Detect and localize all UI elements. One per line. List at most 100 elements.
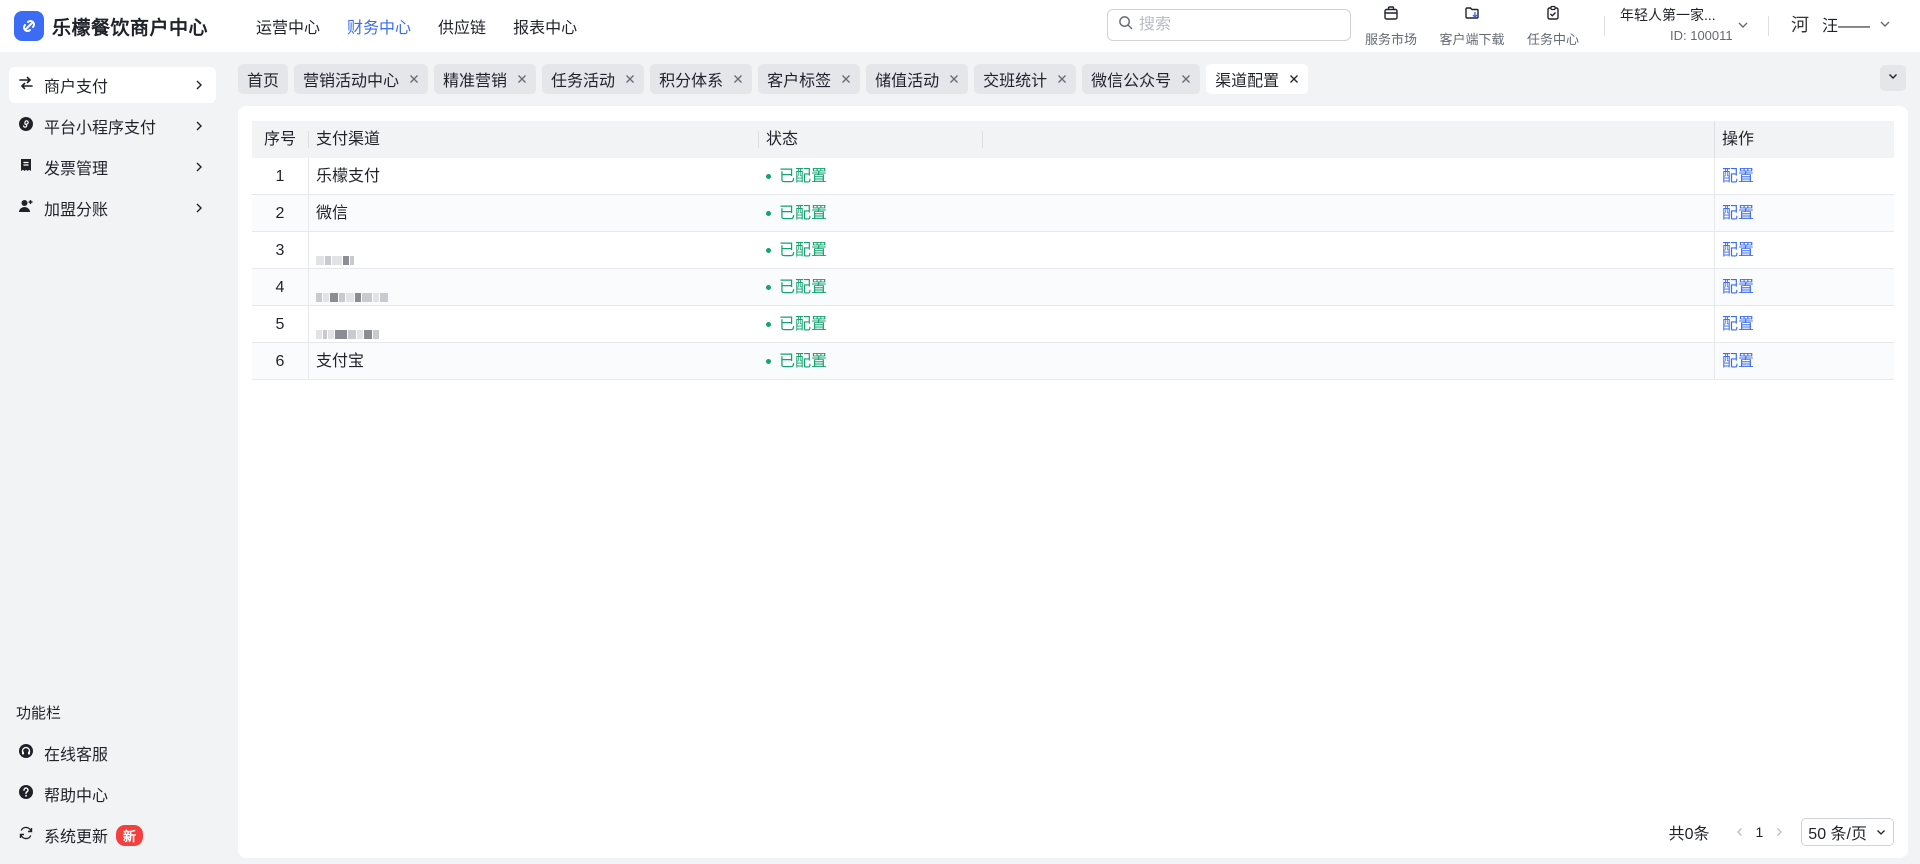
column-divider [308,306,309,343]
tab-channel-config[interactable]: 渠道配置 [1206,64,1309,94]
sidebar-item-label: 发票管理 [44,161,109,178]
close-icon[interactable] [625,74,635,84]
close-icon[interactable] [733,74,743,84]
chevron-right-icon [192,201,206,220]
chevron-left-icon[interactable] [1734,826,1746,838]
status-text: 已配置 [779,316,828,333]
tab-shift-stats[interactable]: 交班统计 [974,64,1077,94]
configure-link[interactable]: 配置 [1722,306,1754,343]
table-row: 5 已配置 配置 [252,306,1894,343]
tab-precision-marketing[interactable]: 精准营销 [434,64,537,94]
avatar: 河 [1791,15,1809,36]
configure-link[interactable]: 配置 [1722,158,1754,195]
sidebar-item-system-update[interactable]: 系统更新 新 [9,817,216,853]
chevron-down-icon [1878,17,1892,31]
tab-marketing-center[interactable]: 营销活动中心 [294,64,429,94]
column-divider [308,131,309,148]
row-index: 5 [275,316,285,333]
sidebar-item-franchise-split[interactable]: 加盟分账 [9,190,216,226]
chevron-right-icon [192,160,206,179]
task-center-label: 任务中心 [1526,32,1579,47]
chevron-down-icon [1875,826,1887,838]
store-name: 年轻人第一家... [1620,7,1716,23]
redacted-text [316,279,389,303]
close-icon[interactable] [1057,74,1067,84]
tab-points-system[interactable]: 积分体系 [650,64,753,94]
tab-task-activity[interactable]: 任务活动 [542,64,645,94]
task-center-button[interactable]: 任务中心 [1518,5,1588,48]
chevron-right-icon [192,119,206,138]
tab-home[interactable]: 首页 [238,64,289,94]
channel-name-redacted [316,269,389,306]
chevron-down-icon[interactable] [1736,18,1750,37]
status-badge: 已配置 [766,306,827,343]
configure-link[interactable]: 配置 [1722,195,1754,232]
pagination-page[interactable]: 1 [1756,824,1764,840]
top-nav-supply-chain[interactable]: 供应链 [438,14,486,38]
page-size-select[interactable]: 50 条/页 [1801,818,1894,846]
status-text: 已配置 [779,205,828,222]
sidebar-item-merchant-payment[interactable]: 商户支付 [9,67,216,103]
status-text: 已配置 [779,279,828,296]
service-market-button[interactable]: 服务市场 [1356,5,1426,48]
sidebar-item-online-service[interactable]: 在线客服 [9,735,216,771]
status-badge: 已配置 [766,343,827,380]
channel-name: 微信 [316,205,349,222]
close-icon[interactable] [1289,74,1299,84]
close-icon[interactable] [841,74,851,84]
help-icon [18,784,34,805]
status-text: 已配置 [779,242,828,259]
user-add-icon [18,198,34,219]
channel-name: 乐檬支付 [316,168,381,185]
close-icon[interactable] [517,74,527,84]
status-dot [766,322,771,327]
close-icon[interactable] [1181,74,1191,84]
search-box[interactable] [1107,9,1351,41]
close-icon[interactable] [949,74,959,84]
tab-label: 营销活动中心 [303,73,400,90]
sidebar-item-label: 平台小程序支付 [44,120,157,137]
top-nav-finance[interactable]: 财务中心 [347,14,411,38]
sidebar-item-mini-program-payment[interactable]: 平台小程序支付 [9,108,216,144]
chevron-right-icon [192,78,206,97]
status-text: 已配置 [779,168,828,185]
column-divider [758,131,759,148]
clipboard-check-icon [1545,5,1561,26]
sidebar-item-label: 系统更新 [44,829,109,846]
bag-icon [1383,5,1399,26]
status-text: 已配置 [779,353,828,370]
chevron-right-icon[interactable] [1773,826,1785,838]
table-row: 6 支付宝 已配置 配置 [252,343,1894,380]
tabs-more-button[interactable] [1880,65,1906,91]
configure-link[interactable]: 配置 [1722,232,1754,269]
header-channel: 支付渠道 [316,131,381,148]
store-switcher[interactable]: 年轻人第一家... ID: 100011 [1620,5,1750,43]
column-divider [308,343,309,380]
user-menu[interactable]: 河 汪—— [1786,10,1892,38]
tab-label: 客户标签 [767,73,832,90]
invoice-icon [18,157,34,178]
close-icon[interactable] [409,74,419,84]
search-input[interactable] [1139,16,1339,34]
column-divider [308,195,309,232]
redacted-text [316,316,380,340]
page-size-value: 50 条/页 [1808,826,1867,843]
tab-stored-value[interactable]: 储值活动 [866,64,969,94]
new-badge: 新 [116,824,144,846]
pagination-total: 共0条 [1668,826,1710,843]
configure-link[interactable]: 配置 [1722,269,1754,306]
divider [1768,16,1769,36]
logo[interactable]: 乐檬餐饮商户中心 [14,11,208,41]
tab-wechat-official[interactable]: 微信公众号 [1082,64,1201,94]
mini-program-icon [18,116,34,137]
tab-customer-tags[interactable]: 客户标签 [758,64,861,94]
top-nav-operations[interactable]: 运营中心 [256,14,320,38]
tab-label: 渠道配置 [1215,73,1280,90]
sidebar-item-help-center[interactable]: 帮助中心 [9,776,216,812]
sidebar-item-invoice-management[interactable]: 发票管理 [9,149,216,185]
client-download-button[interactable]: 客户端下载 [1437,5,1507,48]
top-nav-reports[interactable]: 报表中心 [513,14,577,38]
chevron-down-icon [1887,69,1899,87]
configure-link[interactable]: 配置 [1722,343,1754,380]
headset-icon [18,743,34,764]
